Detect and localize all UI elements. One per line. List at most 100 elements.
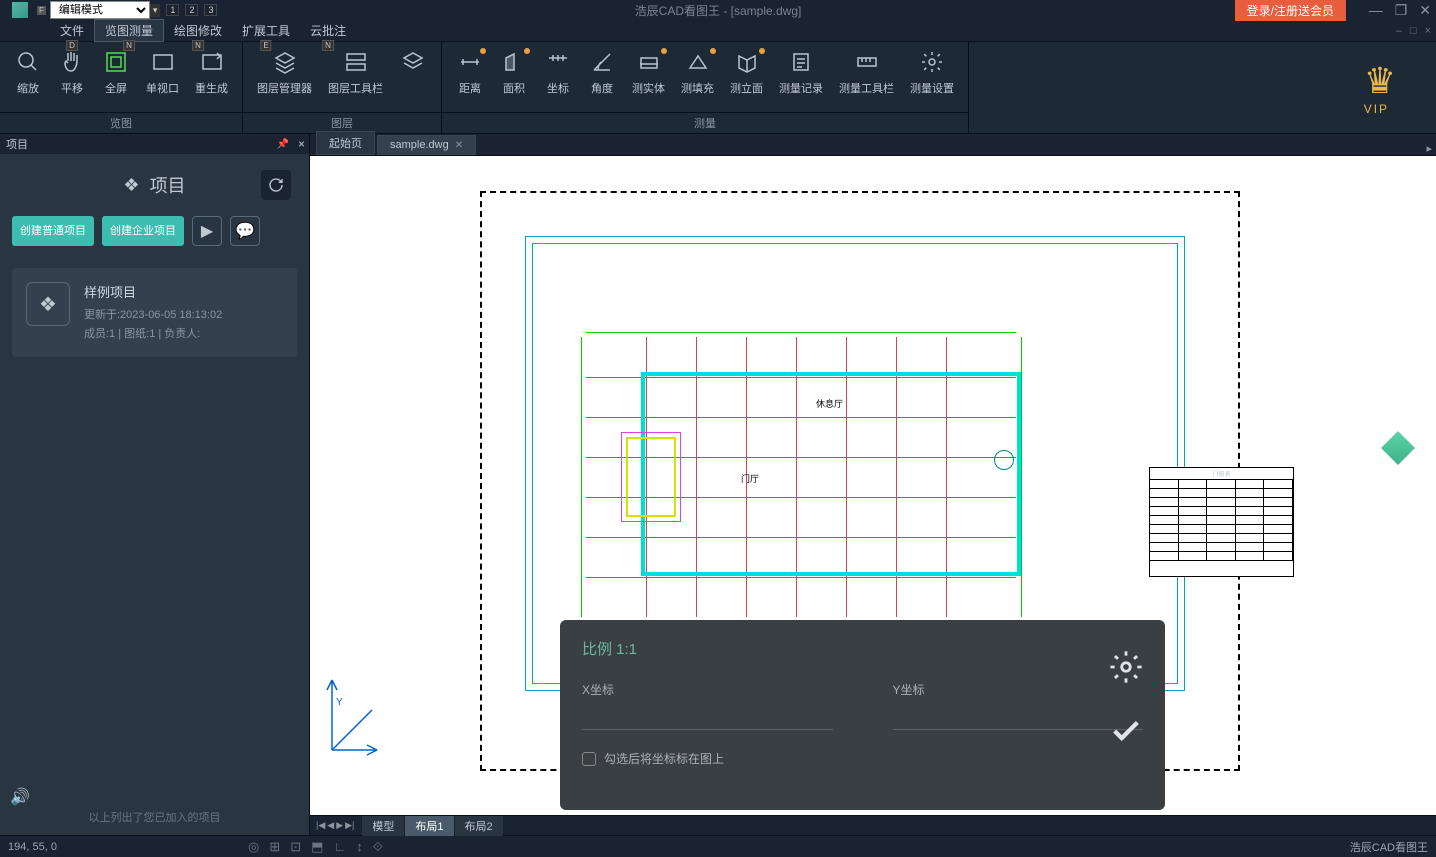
layers-icon: ❖	[123, 175, 139, 196]
ribbon-group-view: 览图	[0, 112, 242, 133]
menu-draw-edit[interactable]: 绘图修改N	[164, 20, 232, 41]
status-tool-2[interactable]: ⊞	[269, 839, 280, 855]
tool-fullscreen[interactable]: 全屏	[94, 46, 138, 108]
tool-elevation[interactable]: 测立面	[722, 46, 771, 108]
menu-cloud-annotate[interactable]: 云批注N	[300, 20, 356, 41]
tool-solid[interactable]: 测实体	[624, 46, 673, 108]
room-label-2: 门厅	[741, 472, 759, 485]
panel-title: 项目	[150, 172, 186, 198]
tab-close-icon[interactable]: ✕	[455, 140, 463, 151]
mode-dropdown-icon[interactable]: ▾	[150, 4, 161, 17]
settings-icon	[918, 48, 946, 76]
status-tool-7[interactable]: ⟐	[373, 839, 383, 855]
status-tool-5[interactable]: ∟	[333, 839, 346, 855]
y-coord-label: Y坐标	[893, 681, 1144, 698]
tool-pan[interactable]: 平移	[50, 46, 94, 108]
panel-footer: 以上列出了您已加入的项目	[0, 799, 309, 835]
y-coord-input[interactable]	[893, 706, 1144, 730]
fullscreen-icon	[102, 48, 130, 76]
tool-fill[interactable]: 测填充	[673, 46, 722, 108]
last-icon[interactable]: ▶|	[345, 820, 354, 831]
project-card[interactable]: ❖ 样例项目 更新于:2023-06-05 18:13:02 成员:1 | 图纸…	[12, 268, 297, 357]
status-tool-4[interactable]: ⬒	[311, 839, 323, 855]
sound-icon[interactable]: 🔊	[10, 787, 30, 807]
tab-sample[interactable]: sample.dwg✕	[377, 135, 476, 155]
tool-angle[interactable]: 角度	[580, 46, 624, 108]
mdi-minimize-icon[interactable]: –	[1396, 25, 1402, 37]
menu-extend-tools[interactable]: 扩展工具E	[232, 20, 300, 41]
qat-3[interactable]: 3	[204, 4, 217, 16]
crown-icon: ♛	[1364, 60, 1396, 102]
project-updated: 更新于:2023-06-05 18:13:02	[84, 306, 222, 325]
ribbon-group-layer: 图层	[243, 112, 441, 133]
layer-stack-icon	[399, 48, 427, 76]
check-icon[interactable]	[1109, 714, 1143, 748]
tab-start[interactable]: 起始页	[316, 131, 375, 155]
status-tool-1[interactable]: ◎	[248, 839, 259, 855]
gear-icon[interactable]	[1109, 650, 1143, 684]
tool-distance[interactable]: 距离	[448, 46, 492, 108]
mode-select[interactable]: 编辑模式	[50, 1, 150, 19]
regen-icon	[198, 48, 226, 76]
status-tool-6[interactable]: ↕	[356, 839, 363, 855]
measure-toolbar-icon	[853, 48, 881, 76]
x-coord-input[interactable]	[582, 706, 833, 730]
mark-on-drawing-checkbox[interactable]	[582, 752, 596, 766]
mdi-close-icon[interactable]: ×	[1425, 25, 1431, 37]
tab-nav-icon[interactable]: ▸	[1426, 142, 1432, 155]
tool-coordinate[interactable]: 坐标	[536, 46, 580, 108]
viewport-icon	[149, 48, 177, 76]
prev-icon[interactable]: ◀	[327, 820, 334, 831]
maximize-icon[interactable]: ❐	[1395, 2, 1408, 19]
refresh-icon	[268, 177, 284, 193]
panel-close-icon[interactable]: ×	[298, 137, 305, 151]
compass-icon	[994, 450, 1014, 470]
minimize-icon[interactable]: —	[1369, 2, 1383, 19]
tool-layer-manager[interactable]: 图层管理器	[249, 46, 320, 108]
tool-area[interactable]: 面积	[492, 46, 536, 108]
refresh-button[interactable]	[261, 170, 291, 200]
tool-single-viewport[interactable]: 单视口	[138, 46, 187, 108]
tool-record[interactable]: 测量记录	[771, 46, 831, 108]
menu-file[interactable]: 文件D	[50, 20, 94, 41]
layout-tab-layout2[interactable]: 布局2	[455, 816, 503, 836]
tool-layer-stack[interactable]	[391, 46, 435, 108]
side-widget[interactable]	[1386, 436, 1416, 466]
tool-measure-settings[interactable]: 测量设置	[902, 46, 962, 108]
tool-regen[interactable]: 重生成	[187, 46, 236, 108]
qat-2[interactable]: 2	[185, 4, 198, 16]
tool-zoom[interactable]: 缩放	[6, 46, 50, 108]
vip-badge[interactable]: ♛ VIP	[1324, 42, 1436, 133]
angle-icon	[588, 48, 616, 76]
door-window-schedule: 门窗表	[1149, 467, 1294, 577]
chat-icon: 💬	[235, 221, 255, 241]
create-enterprise-project-button[interactable]: 创建企业项目	[102, 216, 184, 246]
ucs-icon: Y	[322, 670, 382, 765]
layers-icon	[271, 48, 299, 76]
menu-view-measure[interactable]: 览图测量N	[94, 19, 164, 42]
create-normal-project-button[interactable]: 创建普通项目	[12, 216, 94, 246]
room-label-1: 休息厅	[816, 397, 843, 410]
mdi-restore-icon[interactable]: □	[1410, 25, 1417, 37]
close-icon[interactable]: ✕	[1419, 2, 1431, 19]
status-tool-3[interactable]: ⊡	[290, 839, 301, 855]
next-icon[interactable]: ▶	[336, 820, 343, 831]
pin-icon[interactable]: 📌	[277, 139, 289, 150]
tool-layer-toolbar[interactable]: 图层工具栏	[320, 46, 391, 108]
layout-tab-layout1[interactable]: 布局1	[405, 816, 453, 836]
layer-toolbar-icon	[342, 48, 370, 76]
login-button[interactable]: 登录/注册送会员	[1235, 0, 1346, 21]
layout-tab-model[interactable]: 模型	[362, 816, 404, 836]
coordinate-icon	[544, 48, 572, 76]
chat-button[interactable]: 💬	[230, 216, 260, 246]
pan-icon	[58, 48, 86, 76]
play-icon: ▶	[201, 221, 213, 241]
first-icon[interactable]: |◀	[316, 820, 325, 831]
tool-measure-toolbar[interactable]: 测量工具栏	[831, 46, 902, 108]
qat-1[interactable]: 1	[166, 4, 179, 16]
svg-text:Y: Y	[336, 697, 343, 708]
drawing-canvas[interactable]: 休息厅 门厅 门窗表 Y	[310, 156, 1436, 815]
play-button[interactable]: ▶	[192, 216, 222, 246]
x-coord-label: X坐标	[582, 681, 833, 698]
app-logo[interactable]	[5, 1, 35, 19]
